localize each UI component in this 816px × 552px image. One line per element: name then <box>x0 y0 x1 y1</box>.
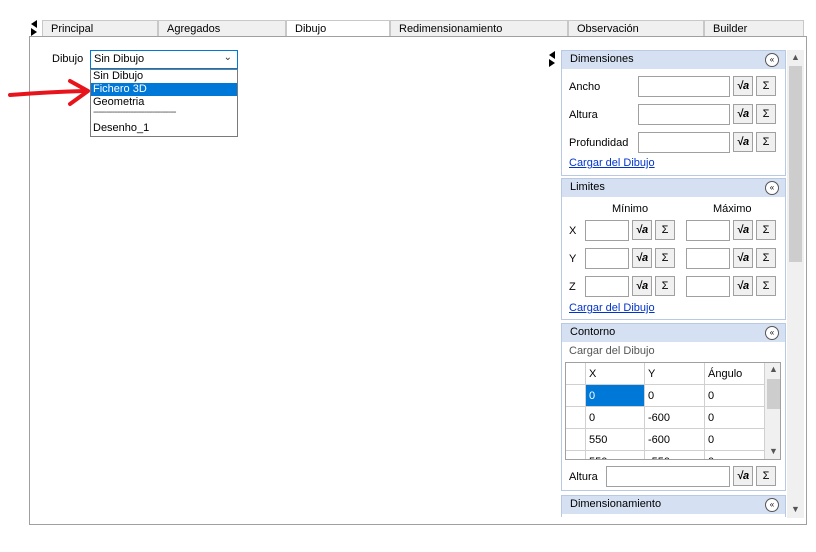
panel-splitter-arrows-icon[interactable] <box>549 51 557 67</box>
panel-scroll-thumb[interactable] <box>789 66 802 262</box>
panel-scrollbar[interactable]: ▲ ▼ <box>787 50 804 518</box>
collapse-icon[interactable]: « <box>765 53 779 67</box>
sqrt-formula-icon[interactable]: √a <box>733 248 753 268</box>
sum-icon[interactable]: Σ <box>756 220 776 240</box>
contorno-cargar-text: Cargar del Dibujo <box>569 345 655 357</box>
sum-icon[interactable]: Σ <box>756 276 776 296</box>
x-max-field[interactable] <box>686 220 730 241</box>
sqrt-formula-icon[interactable]: √a <box>733 104 753 124</box>
grid-scroll-thumb[interactable] <box>767 379 780 409</box>
z-max-field[interactable] <box>686 276 730 297</box>
grid-header-angulo[interactable]: Ángulo <box>705 363 765 385</box>
sqrt-formula-icon[interactable]: √a <box>733 76 753 96</box>
sqrt-formula-icon[interactable]: √a <box>733 220 753 240</box>
dimensiones-cargar-link[interactable]: Cargar del Dibujo <box>569 157 655 169</box>
grid-scrollbar[interactable]: ▲ ▼ <box>765 363 780 459</box>
sum-icon[interactable]: Σ <box>655 220 675 240</box>
profundidad-label: Profundidad <box>569 137 629 149</box>
scroll-down-icon[interactable]: ▼ <box>787 504 804 514</box>
y-max-field[interactable] <box>686 248 730 269</box>
grid-cell[interactable]: 550 <box>586 451 645 459</box>
limites-cargar-link[interactable]: Cargar del Dibujo <box>569 302 655 314</box>
collapse-icon[interactable]: « <box>765 181 779 195</box>
grid-cell[interactable]: 0 <box>705 385 765 407</box>
row-header[interactable] <box>566 385 586 407</box>
limit-x-label: X <box>569 225 577 237</box>
altura-label: Altura <box>569 109 598 121</box>
dimensionamiento-panel: Dimensionamiento « <box>561 495 786 517</box>
dimensiones-header[interactable]: Dimensiones « <box>562 51 785 69</box>
row-header[interactable] <box>566 429 586 451</box>
sum-icon[interactable]: Σ <box>756 248 776 268</box>
z-min-field[interactable] <box>585 276 629 297</box>
row-header[interactable] <box>566 407 586 429</box>
altura-field[interactable] <box>638 104 730 125</box>
scroll-up-icon[interactable]: ▲ <box>787 52 804 62</box>
scroll-up-icon[interactable]: ▲ <box>765 364 780 374</box>
dimensionamiento-header[interactable]: Dimensionamiento « <box>562 496 785 514</box>
x-min-field[interactable] <box>585 220 629 241</box>
scroll-down-icon[interactable]: ▼ <box>765 446 780 456</box>
ancho-field[interactable] <box>638 76 730 97</box>
dibujo-label: Dibujo <box>52 53 84 65</box>
grid-corner <box>566 363 586 385</box>
contorno-title: Contorno <box>570 326 616 338</box>
sqrt-formula-icon[interactable]: √a <box>733 276 753 296</box>
sum-icon[interactable]: Σ <box>756 466 776 486</box>
dropdown-option-desenho-1[interactable]: Desenho_1 <box>91 122 237 135</box>
contorno-altura-label: Altura <box>569 471 598 483</box>
red-pointer-arrow-icon <box>8 79 90 106</box>
row-header[interactable] <box>566 451 586 459</box>
sqrt-formula-icon[interactable]: √a <box>632 248 652 268</box>
chevron-down-icon[interactable]: ⌄ <box>224 52 232 63</box>
dropdown-option-fichero-3d[interactable]: Fichero 3D <box>91 83 237 96</box>
grid-cell[interactable]: -550 <box>645 451 705 459</box>
grid-cell[interactable]: -600 <box>645 429 705 451</box>
grid-cell[interactable]: -600 <box>645 407 705 429</box>
limites-header[interactable]: Limites « <box>562 179 785 197</box>
sum-icon[interactable]: Σ <box>655 276 675 296</box>
dibujo-selected-value: Sin Dibujo <box>94 53 145 65</box>
sum-icon[interactable]: Σ <box>756 76 776 96</box>
maximo-label: Máximo <box>713 203 752 215</box>
grid-cell[interactable]: 0 <box>705 407 765 429</box>
grid-cell[interactable]: 0 <box>705 451 765 459</box>
y-min-field[interactable] <box>585 248 629 269</box>
grid-cell[interactable]: 0 <box>645 385 705 407</box>
sum-icon[interactable]: Σ <box>655 248 675 268</box>
sqrt-formula-icon[interactable]: √a <box>733 132 753 152</box>
dibujo-dropdown-list: Sin Dibujo Fichero 3D Geometria --------… <box>90 69 238 137</box>
contorno-grid[interactable]: X Y Ángulo 0 0 0 0 -600 0 550 -600 0 550… <box>565 362 781 460</box>
limites-title: Limites <box>570 181 605 193</box>
grid-cell[interactable]: 550 <box>586 429 645 451</box>
sum-icon[interactable]: Σ <box>756 132 776 152</box>
sqrt-formula-icon[interactable]: √a <box>733 466 753 486</box>
grid-cell[interactable]: 0 <box>586 407 645 429</box>
tab-scroll-arrows-icon[interactable] <box>31 20 39 36</box>
dimensiones-title: Dimensiones <box>570 53 634 65</box>
collapse-icon[interactable]: « <box>765 498 779 512</box>
grid-cell[interactable]: 0 <box>705 429 765 451</box>
limit-y-label: Y <box>569 253 577 265</box>
dropdown-separator: ------------------------------- <box>93 109 177 118</box>
grid-cell[interactable]: 0 <box>586 385 645 407</box>
dibujo-select[interactable]: Sin Dibujo ⌄ <box>90 50 238 69</box>
ancho-label: Ancho <box>569 81 601 93</box>
dropdown-option-sin-dibujo[interactable]: Sin Dibujo <box>91 70 237 83</box>
dimensionamiento-title: Dimensionamiento <box>570 498 662 510</box>
dropdown-option-geometria[interactable]: Geometria <box>91 96 237 109</box>
minimo-label: Mínimo <box>612 203 649 215</box>
sum-icon[interactable]: Σ <box>756 104 776 124</box>
contorno-altura-field[interactable] <box>606 466 730 487</box>
grid-header-y[interactable]: Y <box>645 363 705 385</box>
limit-z-label: Z <box>569 281 576 293</box>
grid-header-x[interactable]: X <box>586 363 645 385</box>
collapse-icon[interactable]: « <box>765 326 779 340</box>
profundidad-field[interactable] <box>638 132 730 153</box>
sqrt-formula-icon[interactable]: √a <box>632 220 652 240</box>
sqrt-formula-icon[interactable]: √a <box>632 276 652 296</box>
contorno-header[interactable]: Contorno « <box>562 324 785 342</box>
